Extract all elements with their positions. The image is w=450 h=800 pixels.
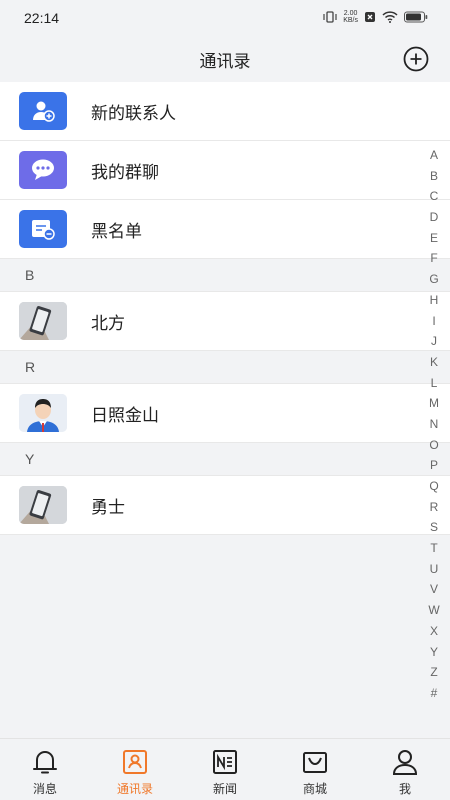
contact-row[interactable]: 勇士 [0,476,450,535]
chat-bubble-icon [19,151,67,189]
index-letter-o[interactable]: O [426,435,442,456]
index-letter-i[interactable]: I [426,311,442,332]
my-groups-label: 我的群聊 [91,163,159,183]
tab-contacts[interactable]: 通讯录 [90,739,180,800]
index-letter-v[interactable]: V [426,579,442,600]
network-speed: 2.00 KB/s [343,10,358,24]
index-letter-u[interactable]: U [426,559,442,580]
bell-icon [33,751,57,774]
bottom-tab-bar: 消息 通讯录 新闻 商城 我 [0,738,450,800]
index-letter-a[interactable]: A [426,145,442,166]
index-letter-b[interactable]: B [426,166,442,187]
index-letter-g[interactable]: G [426,269,442,290]
blacklist-label: 黑名单 [91,222,142,242]
index-letter-n[interactable]: N [426,414,442,435]
index-letter-y[interactable]: Y [426,642,442,663]
index-letter-c[interactable]: C [426,186,442,207]
tab-news[interactable]: 新闻 [180,739,270,800]
contact-list: 新的联系人 我的群聊 黑名单 B 北方 R 日照金山 Y 勇士 [0,82,450,535]
tab-messages[interactable]: 消息 [0,739,90,800]
add-button[interactable] [403,46,429,72]
index-letter-l[interactable]: L [426,373,442,394]
tab-label: 商城 [302,782,327,796]
network-speed-value: 2.00 [343,10,358,17]
blacklist-icon [19,210,67,248]
index-letter-h[interactable]: H [426,290,442,311]
battery-icon [404,11,428,23]
avatar [19,394,67,432]
section-letter: R [25,359,36,375]
section-letter: B [25,267,35,283]
index-letter-m[interactable]: M [426,393,442,414]
contact-row[interactable]: 日照金山 [0,384,450,443]
section-header-b: B [0,259,450,292]
new-contacts-label: 新的联系人 [91,104,176,124]
wifi-icon [382,11,398,23]
contact-name: 北方 [91,314,125,334]
index-letter-z[interactable]: Z [426,662,442,683]
contacts-icon [123,750,147,774]
tab-label: 我 [398,782,411,796]
tab-label: 新闻 [212,782,237,796]
tab-mall[interactable]: 商城 [270,739,360,800]
status-icons: 2.00 KB/s [323,10,428,24]
blacklist-item[interactable]: 黑名单 [0,200,450,259]
index-letter-d[interactable]: D [426,207,442,228]
tab-label: 消息 [32,782,57,796]
contact-row[interactable]: 北方 [0,292,450,351]
index-letter-t[interactable]: T [426,538,442,559]
index-letter-j[interactable]: J [426,331,442,352]
section-header-r: R [0,351,450,384]
my-groups-item[interactable]: 我的群聊 [0,141,450,200]
index-letter-x[interactable]: X [426,621,442,642]
contact-name: 日照金山 [91,406,159,426]
network-speed-unit: KB/s [343,17,358,24]
alphabet-index[interactable]: A B C D E F G H I J K L M N O P Q R S T … [426,145,442,704]
index-letter-e[interactable]: E [426,228,442,249]
section-header-y: Y [0,443,450,476]
new-contacts-item[interactable]: 新的联系人 [0,82,450,141]
index-letter-k[interactable]: K [426,352,442,373]
tab-label: 通讯录 [116,782,153,796]
add-user-icon [19,92,67,130]
header: 通讯录 [0,36,450,82]
news-icon [213,750,237,774]
index-letter-p[interactable]: P [426,455,442,476]
avatar [19,486,67,524]
status-time: 22:14 [24,10,60,26]
status-bar: 22:14 2.00 KB/s [0,0,450,36]
mall-icon [303,752,327,773]
page-title: 通讯录 [199,52,251,72]
sim-icon [365,12,375,22]
profile-icon [392,750,418,775]
section-letter: Y [25,451,35,467]
index-letter-w[interactable]: W [426,600,442,621]
vibrate-icon [323,11,337,23]
index-letter-q[interactable]: Q [426,476,442,497]
index-letter-f[interactable]: F [426,248,442,269]
index-letter-r[interactable]: R [426,497,442,518]
index-letter-hash[interactable]: # [426,683,442,704]
index-letter-s[interactable]: S [426,517,442,538]
contact-name: 勇士 [91,498,125,518]
avatar [19,302,67,340]
tab-me[interactable]: 我 [360,739,450,800]
